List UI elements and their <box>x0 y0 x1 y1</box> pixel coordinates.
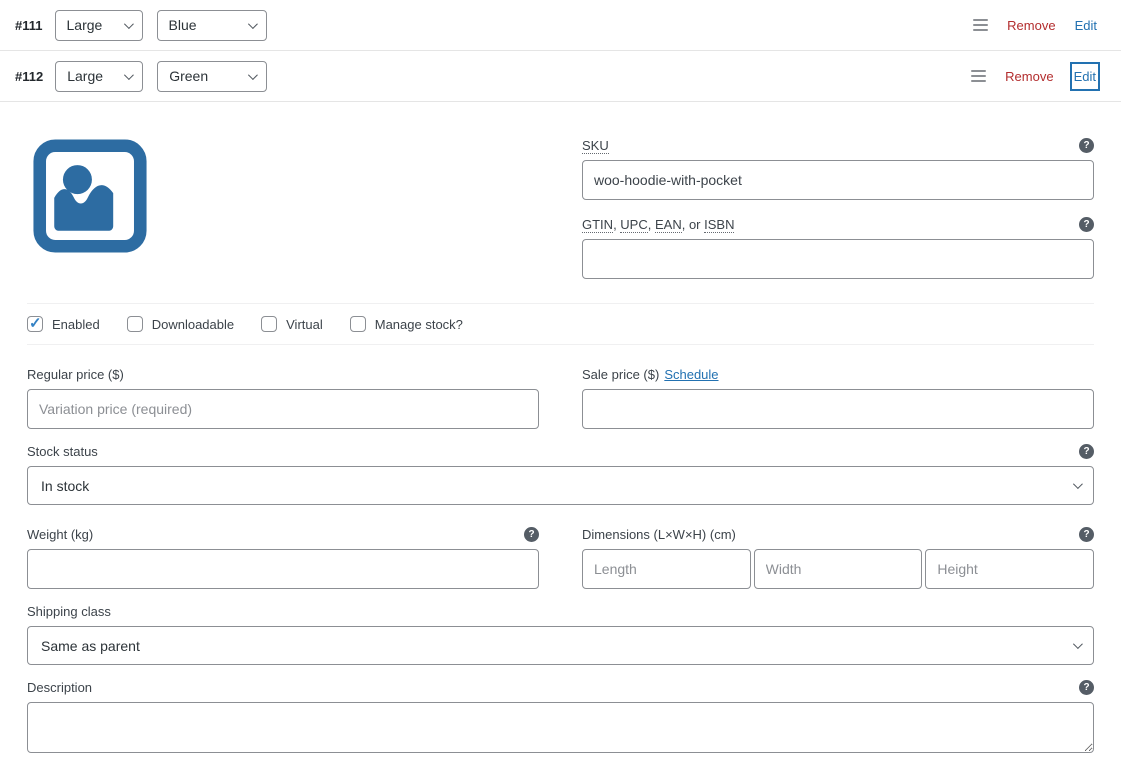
chevron-down-icon <box>248 70 258 80</box>
variation-form: SKU ? GTIN, UPC, EAN, or ISBN ? Enabled … <box>0 138 1121 756</box>
help-icon[interactable]: ? <box>524 527 539 542</box>
remove-link[interactable]: Remove <box>1007 18 1055 33</box>
drag-handle-icon[interactable] <box>971 70 986 82</box>
chevron-down-icon <box>247 19 257 29</box>
chevron-down-icon <box>124 70 134 80</box>
downloadable-checkbox[interactable] <box>127 316 143 332</box>
help-icon[interactable]: ? <box>1079 680 1094 695</box>
stock-status-label: Stock status <box>27 444 98 459</box>
color-select-value: Blue <box>169 17 236 33</box>
color-select[interactable]: Blue <box>157 10 267 41</box>
manage-stock-checkbox[interactable] <box>350 316 366 332</box>
color-select-value: Green <box>169 68 236 84</box>
variation-image-button[interactable] <box>32 138 148 254</box>
help-icon[interactable]: ? <box>1079 527 1094 542</box>
weight-label: Weight (kg) <box>27 527 93 542</box>
variation-row-111: #111 Large Blue Remove Edit <box>0 0 1121 51</box>
enabled-option: Enabled <box>27 316 100 332</box>
height-input[interactable] <box>925 549 1094 589</box>
size-select-value: Large <box>67 17 112 33</box>
stock-status-select[interactable]: In stock <box>27 466 1094 505</box>
regular-price-input[interactable] <box>27 389 539 429</box>
size-select-value: Large <box>67 68 112 84</box>
help-icon[interactable]: ? <box>1079 138 1094 153</box>
chevron-down-icon <box>1073 479 1083 489</box>
weight-input[interactable] <box>27 549 539 589</box>
image-placeholder-icon <box>32 138 148 254</box>
manage-stock-option: Manage stock? <box>350 316 463 332</box>
chevron-down-icon <box>123 19 133 29</box>
edit-link[interactable]: Edit <box>1073 65 1097 88</box>
shipping-class-value: Same as parent <box>41 638 1061 654</box>
sale-price-label: Sale price ($) <box>582 367 659 382</box>
edit-link[interactable]: Edit <box>1075 18 1097 33</box>
size-select[interactable]: Large <box>55 10 143 41</box>
drag-handle-icon[interactable] <box>973 19 988 31</box>
downloadable-option: Downloadable <box>127 316 234 332</box>
remove-link[interactable]: Remove <box>1005 69 1053 84</box>
description-label: Description <box>27 680 92 695</box>
shipping-class-label: Shipping class <box>27 604 111 619</box>
variation-id: #111 <box>15 18 43 33</box>
sku-input[interactable] <box>582 160 1094 200</box>
chevron-down-icon <box>1073 639 1083 649</box>
sku-label: SKU <box>582 138 609 153</box>
regular-price-label: Regular price ($) <box>27 367 124 382</box>
shipping-class-select[interactable]: Same as parent <box>27 626 1094 665</box>
enabled-checkbox[interactable] <box>27 316 43 332</box>
manage-stock-label: Manage stock? <box>375 317 463 332</box>
downloadable-label: Downloadable <box>152 317 234 332</box>
schedule-link[interactable]: Schedule <box>664 367 718 382</box>
dimensions-label: Dimensions (L×W×H) (cm) <box>582 527 736 542</box>
sale-price-input[interactable] <box>582 389 1094 429</box>
color-select[interactable]: Green <box>157 61 267 92</box>
help-icon[interactable]: ? <box>1079 217 1094 232</box>
variation-id: #112 <box>15 69 43 84</box>
variation-options-row: Enabled Downloadable Virtual Manage stoc… <box>27 303 1094 345</box>
size-select[interactable]: Large <box>55 61 143 92</box>
description-textarea[interactable] <box>27 702 1094 753</box>
enabled-label: Enabled <box>52 317 100 332</box>
width-input[interactable] <box>754 549 923 589</box>
virtual-label: Virtual <box>286 317 323 332</box>
gtin-input[interactable] <box>582 239 1094 279</box>
virtual-option: Virtual <box>261 316 323 332</box>
virtual-checkbox[interactable] <box>261 316 277 332</box>
help-icon[interactable]: ? <box>1079 444 1094 459</box>
gtin-label: GTIN, UPC, EAN, or ISBN <box>582 217 734 232</box>
variation-row-112: #112 Large Green Remove Edit <box>0 51 1121 102</box>
length-input[interactable] <box>582 549 751 589</box>
stock-status-value: In stock <box>41 478 1061 494</box>
